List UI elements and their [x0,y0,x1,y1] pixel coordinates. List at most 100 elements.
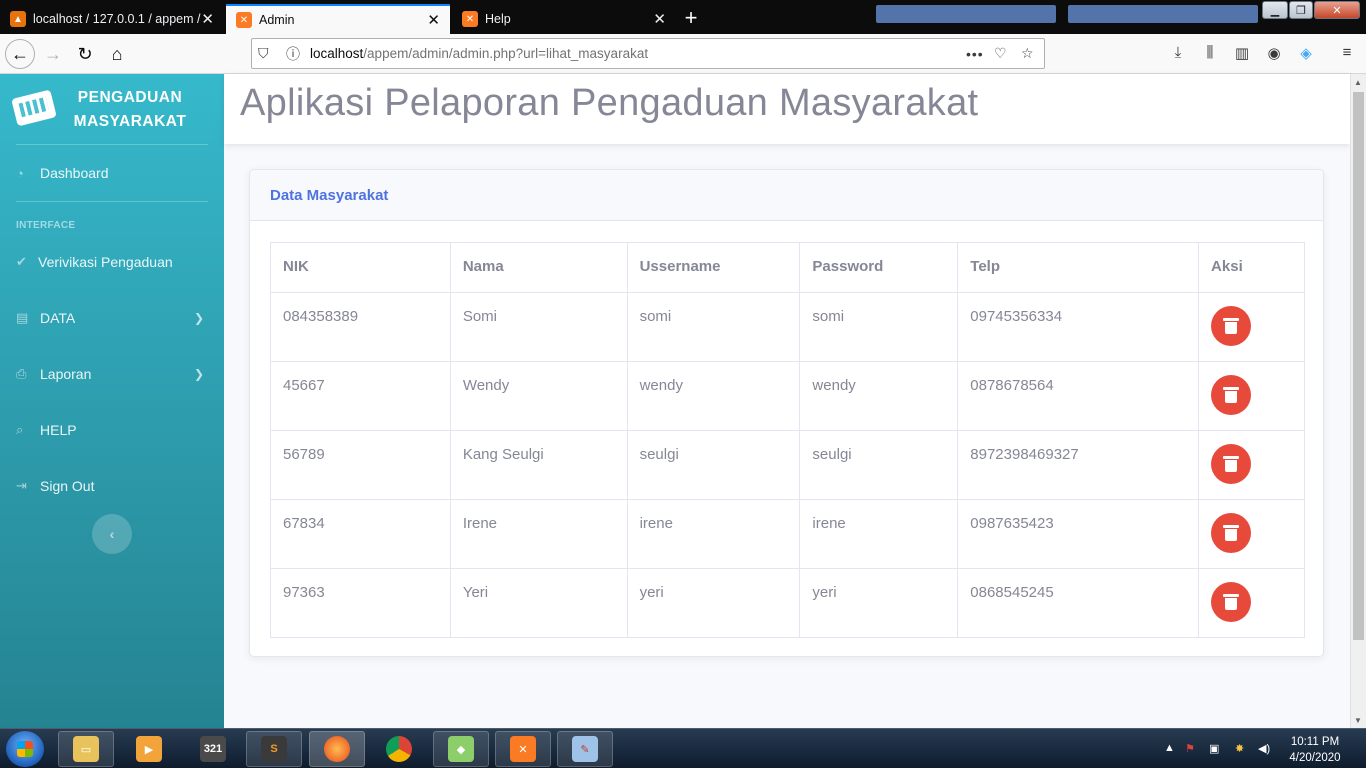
sidebar-item-laporan[interactable]: ⎙ Laporan ❯ [0,354,224,394]
sidebar-item-signout[interactable]: ⇥ Sign Out [0,466,224,506]
cell-nama: Irene [449,499,628,569]
cell-username: yeri [626,568,801,638]
page-actions-icon[interactable]: ••• [966,46,984,62]
cell-password: wendy [799,361,959,431]
photo-viewer-icon: ◆ [448,736,474,762]
pocket-icon[interactable]: ♡ [994,45,1007,62]
taskbar-explorer[interactable]: ▭ [58,731,114,767]
action-center-flag-icon[interactable]: ⚑ [1185,742,1195,755]
clock-time: 10:11 PM [1290,736,1340,748]
keyboard-icon [11,89,57,127]
sidebar-item-help[interactable]: ⌕ HELP [0,410,224,450]
library-icon[interactable]: ⫼ [1200,44,1220,61]
close-tab-icon[interactable]: ✕ [201,10,214,28]
browser-tab-strip: ▲ localhost / 127.0.0.1 / appem / ... ✕ … [0,0,1366,34]
brand-title: PENGADUAN MASYARAKAT [60,86,200,134]
sidebar-brand[interactable]: PENGADUAN MASYARAKAT [0,74,224,144]
system-clock[interactable]: 10:11 PM 4/20/2020 [1283,734,1347,766]
sidebar-item-label: Verivikasi Pengaduan [38,254,173,270]
taskbar-xampp[interactable]: ✕ [495,731,551,767]
page-scrollbar[interactable]: ▲ ▼ [1350,74,1366,728]
home-icon[interactable]: ⌂ [102,39,132,69]
sidebar-item-verifikasi[interactable]: ✔ Verivikasi Pengaduan [0,242,224,282]
delete-button[interactable] [1211,375,1252,415]
account-icon[interactable]: ◉ [1264,44,1284,62]
delete-button[interactable] [1211,582,1252,622]
tab-admin[interactable]: ✕ Admin ✕ [226,4,450,34]
volume-icon[interactable]: ◀) [1258,742,1270,755]
sidebar-item-label: DATA [40,310,76,326]
device-icon[interactable]: ▣ [1209,742,1219,755]
sidebar-toggle-button[interactable]: ‹ [92,514,132,554]
delete-button[interactable] [1211,513,1252,553]
taskbar-paint[interactable]: ✎ [557,731,613,767]
menu-icon[interactable]: ≡ [1337,44,1357,61]
scrollbar-thumb[interactable] [1353,92,1364,640]
scroll-up-icon[interactable]: ▲ [1354,78,1362,87]
taskbar-firefox[interactable] [309,731,365,767]
download-icon[interactable]: ⤓ [1168,44,1188,61]
trash-icon [1223,456,1240,472]
tab-label: Admin [259,13,295,27]
delete-button[interactable] [1211,306,1252,346]
sign-out-icon: ⇥ [16,478,27,493]
tab-help[interactable]: ✕ Help ✕ [452,4,676,34]
forward-icon[interactable]: → [38,39,68,69]
window-title-area [1068,5,1258,23]
sidebar-item-data[interactable]: ▤ DATA ❯ [0,298,224,338]
trash-icon [1223,387,1240,403]
chevron-right-icon: ❯ [193,311,204,325]
browser-toolbar: ← → ↻ ⌂ ⛉ ⓘ localhost/appem/admin/admin.… [0,34,1366,74]
shield-icon[interactable]: ⛉ [258,45,269,62]
minimize-icon[interactable]: ▁ [1262,1,1288,19]
cell-telp: 0987635423 [957,499,1200,569]
search-icon: ⌕ [16,422,24,437]
taskbar-video-editor[interactable]: 321 [185,731,241,767]
sublime-text-icon: S [261,736,287,762]
check-icon: ✔ [16,254,27,269]
column-header-telp: Telp [957,242,1200,293]
url-host: localhost [310,46,364,61]
column-header-nama: Nama [449,242,628,293]
table-row: 56789 Kang Seulgi seulgi seulgi 89723984… [270,430,1305,500]
reload-icon[interactable]: ↻ [70,39,100,69]
cell-aksi [1198,568,1305,638]
taskbar-sublime[interactable]: S [246,731,302,767]
tab-label: localhost / 127.0.0.1 / appem / ... [33,12,203,26]
taskbar-image-viewer[interactable]: ◆ [433,731,489,767]
network-icon[interactable]: ✸ [1235,742,1244,755]
window-close-icon[interactable]: ✕ [1314,1,1360,19]
info-icon[interactable]: ⓘ [286,44,300,64]
file-icon: ▤ [16,310,29,325]
maximize-icon[interactable]: ❐ [1289,1,1313,19]
cell-nik: 45667 [270,361,451,431]
sidebar-toggle-icon[interactable]: ▥ [1232,44,1252,62]
sidebar-item-label: Sign Out [40,478,95,494]
taskbar-media-player[interactable]: ▶ [121,731,177,767]
tray-expand-icon[interactable]: ▲ [1164,742,1175,754]
scroll-down-icon[interactable]: ▼ [1354,716,1362,725]
xampp-icon: ✕ [462,11,478,27]
cell-aksi [1198,499,1305,569]
taskbar-chrome[interactable] [371,731,427,767]
xampp-icon: ✕ [236,12,252,28]
url-bar[interactable]: ⛉ ⓘ localhost/appem/admin/admin.php?url=… [251,38,1045,69]
sidebar-heading: INTERFACE [16,220,76,231]
tab-phpmyadmin[interactable]: ▲ localhost / 127.0.0.1 / appem / ... ✕ [0,4,224,34]
firefox-icon [324,736,350,762]
back-icon[interactable]: ← [5,39,35,69]
clock-date: 4/20/2020 [1289,752,1341,764]
bookmark-star-icon[interactable]: ☆ [1021,45,1034,62]
sidebar-item-label: Dashboard [40,165,109,181]
close-tab-icon[interactable]: ✕ [427,11,440,29]
extension-icon[interactable]: ◈ [1296,44,1316,62]
start-button[interactable] [6,731,44,767]
cell-username: irene [626,499,801,569]
folder-icon: ▭ [73,736,99,762]
sidebar-item-dashboard[interactable]: ◔ Dashboard [0,153,224,193]
new-tab-icon[interactable]: + [680,5,702,31]
close-tab-icon[interactable]: ✕ [653,10,666,28]
sidebar: PENGADUAN MASYARAKAT ◔ Dashboard INTERFA… [0,74,224,728]
delete-button[interactable] [1211,444,1252,484]
tab-label: Help [485,12,511,26]
